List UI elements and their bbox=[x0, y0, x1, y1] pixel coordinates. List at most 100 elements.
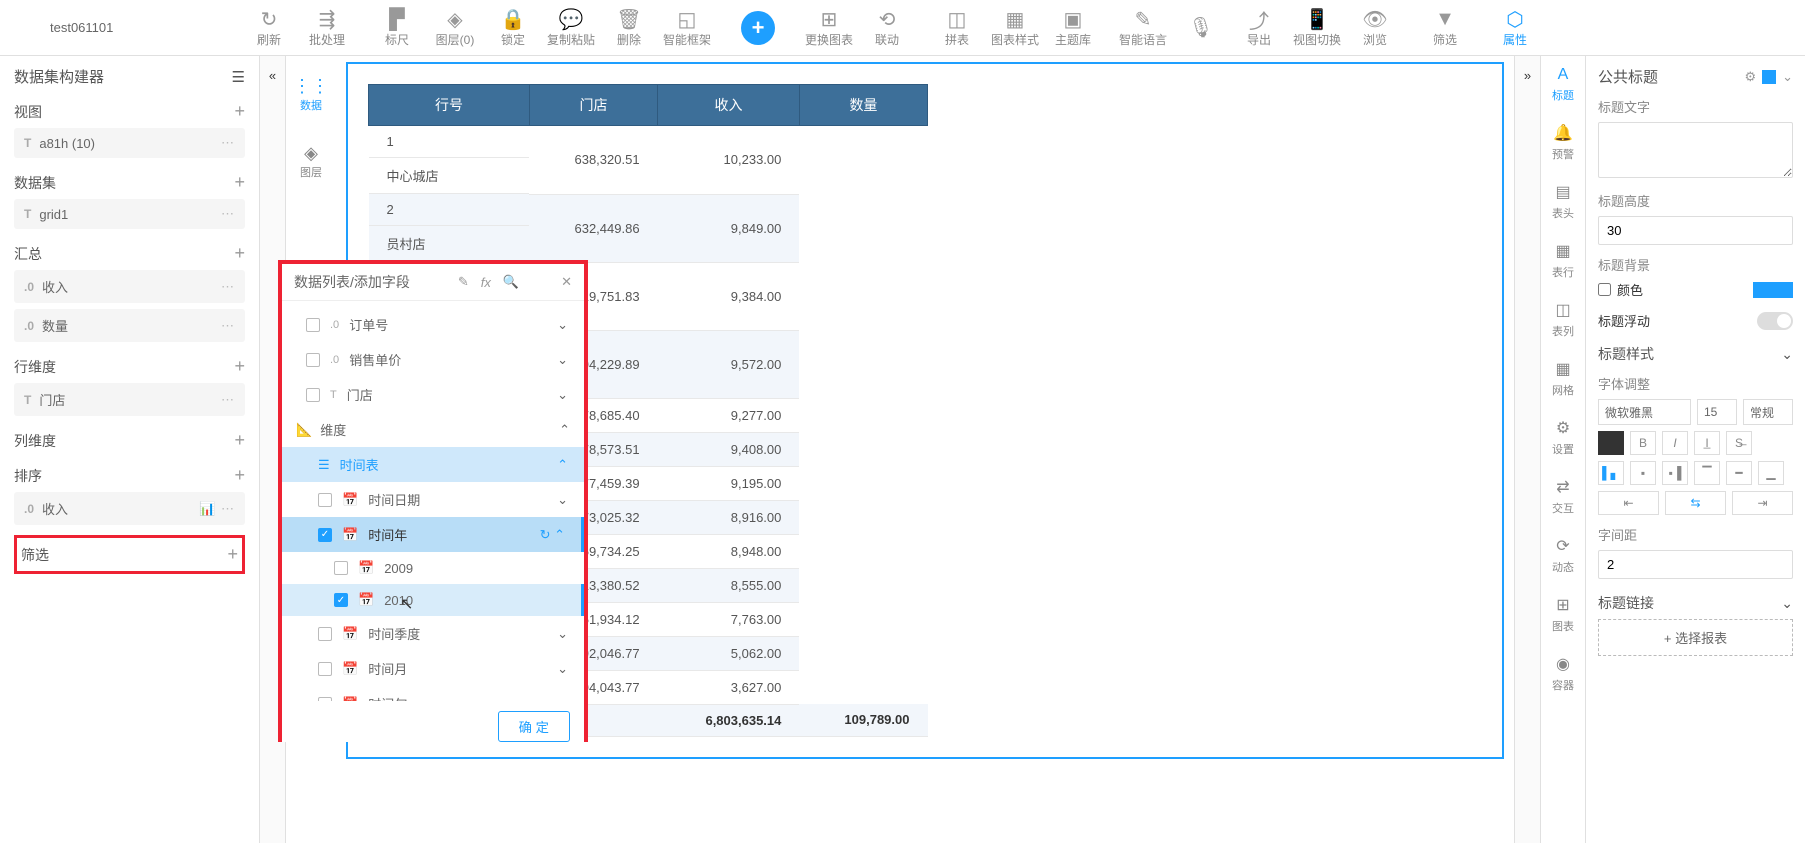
right-tab-表行[interactable]: ▦表行 bbox=[1552, 241, 1574, 280]
align-center-button[interactable]: ▪ bbox=[1630, 461, 1656, 485]
popup-field-订单号[interactable]: .0订单号⌄ bbox=[282, 307, 584, 342]
time-item-2009[interactable]: 📅2009 bbox=[282, 552, 584, 584]
field-grid1[interactable]: Tgrid1⋯ bbox=[14, 199, 245, 229]
toolbar-图层(0)[interactable]: ◈图层(0) bbox=[426, 3, 484, 53]
right-collapse-bar[interactable]: » bbox=[1514, 56, 1540, 843]
time-item-时间旬[interactable]: 📅时间旬⌄ bbox=[282, 686, 584, 701]
toolbar-筛选[interactable]: ▼筛选 bbox=[1416, 3, 1474, 53]
toolbar-锁定[interactable]: 🔒锁定 bbox=[484, 3, 542, 53]
popup-field-销售单价[interactable]: .0销售单价⌄ bbox=[282, 342, 584, 377]
popup-confirm-button[interactable]: 确 定 bbox=[498, 711, 570, 742]
toolbar-浏览[interactable]: 👁浏览 bbox=[1346, 3, 1404, 53]
right-tab-交互[interactable]: ⇄交互 bbox=[1552, 477, 1574, 516]
canvas-tab-数据[interactable]: ⋮⋮数据 bbox=[293, 76, 329, 113]
bg-color-checkbox[interactable] bbox=[1598, 283, 1611, 296]
toolbar-刷新[interactable]: ↻刷新 bbox=[240, 3, 298, 53]
align-left-button[interactable]: ▌▖ bbox=[1598, 461, 1624, 485]
canvas-tab-图层[interactable]: ◈图层 bbox=[300, 143, 322, 180]
title-text-input[interactable] bbox=[1598, 122, 1793, 178]
select-report-button[interactable]: + 选择报表 bbox=[1598, 619, 1793, 656]
table-row[interactable]: 2员村店632,449.869,849.00 bbox=[369, 194, 928, 262]
collapse-right-icon[interactable]: » bbox=[1524, 68, 1531, 83]
toolbar-拼表[interactable]: ◫拼表 bbox=[928, 3, 986, 53]
font-family-select[interactable]: 微软雅黑 bbox=[1598, 399, 1691, 425]
add-sort-icon[interactable]: + bbox=[234, 465, 245, 486]
right-tab-设置[interactable]: ⚙设置 bbox=[1552, 418, 1574, 457]
right-tab-网格[interactable]: ▦网格 bbox=[1552, 359, 1574, 398]
right-tab-动态[interactable]: ⟳动态 bbox=[1552, 536, 1574, 575]
time-item-2010[interactable]: ✓📅2010 bbox=[282, 584, 584, 616]
right-tab-容器[interactable]: ◉容器 bbox=[1552, 654, 1574, 693]
time-item-时间年[interactable]: ✓📅时间年↻ ⌃ bbox=[282, 517, 584, 552]
toolbar-add[interactable]: 🎙 bbox=[1172, 3, 1230, 53]
bold-button[interactable]: B bbox=[1630, 431, 1656, 455]
align-top-button[interactable]: ▔ bbox=[1694, 461, 1720, 485]
align-right-button[interactable]: ▪▐ bbox=[1662, 461, 1688, 485]
toolbar-批处理[interactable]: ⇶批处理 bbox=[298, 3, 356, 53]
toolbar-导出[interactable]: ⤴导出 bbox=[1230, 3, 1288, 53]
add-coldim-icon[interactable]: + bbox=[234, 430, 245, 451]
table-row[interactable]: 1中心城店638,320.5110,233.00 bbox=[369, 126, 928, 195]
link-expand-icon[interactable]: ⌄ bbox=[1781, 595, 1793, 612]
toolbar-图表样式[interactable]: ▦图表样式 bbox=[986, 3, 1044, 53]
right-tab-表头[interactable]: ▤表头 bbox=[1552, 182, 1574, 221]
title-height-input[interactable] bbox=[1598, 216, 1793, 245]
dimension-section[interactable]: 📐维度⌃ bbox=[282, 412, 584, 447]
popup-search-icon[interactable]: 🔍 bbox=[503, 274, 519, 290]
color-chip[interactable] bbox=[1762, 70, 1776, 84]
toolbar-更换图表[interactable]: ⊞更换图表 bbox=[800, 3, 858, 53]
popup-field-门店[interactable]: T门店⌄ bbox=[282, 377, 584, 412]
toolbar-智能语言[interactable]: ✎智能语言 bbox=[1114, 3, 1172, 53]
bg-color-swatch[interactable] bbox=[1753, 282, 1793, 298]
popup-fx-icon[interactable]: fx bbox=[481, 275, 491, 290]
builder-collapse-icon[interactable]: ☰ bbox=[232, 68, 245, 86]
popup-close-icon[interactable]: ✕ bbox=[561, 274, 572, 290]
text-color-button[interactable] bbox=[1598, 431, 1624, 455]
right-tab-标题[interactable]: A标题 bbox=[1552, 66, 1574, 103]
right-tab-预警[interactable]: 🔔预警 bbox=[1552, 123, 1574, 162]
align-bottom-button[interactable]: ▁ bbox=[1758, 461, 1784, 485]
time-item-时间季度[interactable]: 📅时间季度⌄ bbox=[282, 616, 584, 651]
time-item-时间月[interactable]: 📅时间月⌄ bbox=[282, 651, 584, 686]
field-收入[interactable]: .0收入📊 ⋯ bbox=[14, 492, 245, 525]
toolbar-add[interactable]: + bbox=[728, 3, 788, 53]
indent-right-button[interactable]: ⇥ bbox=[1732, 491, 1793, 515]
toolbar-主题库[interactable]: ▣主题库 bbox=[1044, 3, 1102, 53]
collapse-left-icon[interactable]: « bbox=[269, 68, 276, 83]
time-item-时间日期[interactable]: 📅时间日期⌄ bbox=[282, 482, 584, 517]
toolbar-删除[interactable]: 🗑删除 bbox=[600, 3, 658, 53]
toolbar-属性[interactable]: ⬡属性 bbox=[1486, 3, 1544, 53]
add-summary-icon[interactable]: + bbox=[234, 243, 245, 264]
timetable-node[interactable]: ☰时间表⌃ bbox=[282, 447, 584, 482]
italic-button[interactable]: I bbox=[1662, 431, 1688, 455]
field-收入[interactable]: .0收入⋯ bbox=[14, 270, 245, 303]
align-middle-button[interactable]: ━ bbox=[1726, 461, 1752, 485]
field-门店[interactable]: T门店⋯ bbox=[14, 383, 245, 416]
underline-button[interactable]: I̲ bbox=[1694, 431, 1720, 455]
right-tab-表列[interactable]: ◫表列 bbox=[1552, 300, 1574, 339]
spacing-input[interactable] bbox=[1598, 550, 1793, 579]
toolbar-视图切换[interactable]: 📱视图切换 bbox=[1288, 3, 1346, 53]
float-toggle[interactable] bbox=[1757, 312, 1793, 330]
add-rowdim-icon[interactable]: + bbox=[234, 356, 245, 377]
field-a81h (10)[interactable]: Ta81h (10)⋯ bbox=[14, 128, 245, 158]
popup-edit-icon[interactable]: ✎ bbox=[458, 274, 469, 290]
gear-icon[interactable]: ⚙ bbox=[1744, 69, 1756, 85]
bg-color-option[interactable]: 颜色 bbox=[1598, 280, 1643, 299]
indent-center-button[interactable]: ⇆ bbox=[1665, 491, 1726, 515]
toolbar-联动[interactable]: ⟲联动 bbox=[858, 3, 916, 53]
indent-left-button[interactable]: ⇤ bbox=[1598, 491, 1659, 515]
right-tab-图表[interactable]: ⊞图表 bbox=[1552, 595, 1574, 634]
font-weight-select[interactable]: 常规 bbox=[1743, 399, 1793, 425]
toolbar-智能框架[interactable]: ◱智能框架 bbox=[658, 3, 716, 53]
toolbar-标尺[interactable]: ▛标尺 bbox=[368, 3, 426, 53]
strike-button[interactable]: S̶ bbox=[1726, 431, 1752, 455]
add-filter-icon[interactable]: + bbox=[227, 544, 238, 565]
font-size-select[interactable]: 15 bbox=[1697, 399, 1737, 425]
chevron-down-icon[interactable]: ⌄ bbox=[1782, 69, 1793, 85]
toolbar-复制粘贴[interactable]: 💬复制粘贴 bbox=[542, 3, 600, 53]
style-expand-icon[interactable]: ⌄ bbox=[1781, 346, 1793, 363]
add-dataset-icon[interactable]: + bbox=[234, 172, 245, 193]
add-view-icon[interactable]: + bbox=[234, 101, 245, 122]
field-数量[interactable]: .0数量⋯ bbox=[14, 309, 245, 342]
